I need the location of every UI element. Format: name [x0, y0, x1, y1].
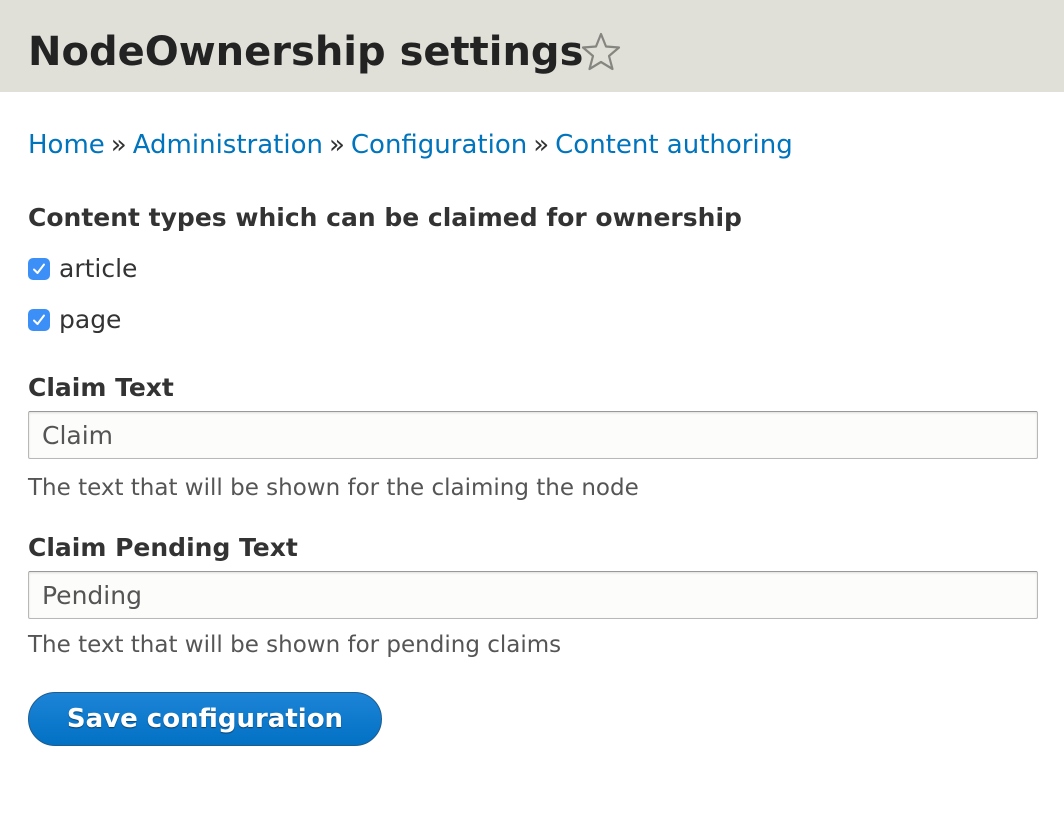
page-checkbox-label[interactable]: page	[59, 304, 121, 336]
breadcrumb-separator: »	[328, 130, 345, 160]
claim-pending-text-input[interactable]	[28, 571, 1038, 619]
claim-pending-text-label: Claim Pending Text	[28, 533, 298, 562]
breadcrumb-configuration-link[interactable]: Configuration	[351, 130, 527, 160]
breadcrumb-home-link[interactable]: Home	[28, 130, 105, 160]
breadcrumb: Home» Administration» Configuration» Conten…	[28, 128, 793, 162]
checkmark-icon	[33, 263, 45, 274]
checkbox-row-page: page	[28, 304, 121, 336]
content-types-label: Content types which can be claimed for o…	[28, 203, 742, 232]
claim-text-label: Claim Text	[28, 373, 174, 402]
breadcrumb-administration-link[interactable]: Administration	[133, 130, 323, 160]
breadcrumb-separator: »	[533, 130, 550, 160]
page-checkbox[interactable]	[28, 309, 50, 331]
page-header: NodeOwnership settings	[0, 0, 1064, 92]
save-configuration-button[interactable]: Save configuration	[28, 692, 382, 746]
page-title: NodeOwnership settings	[28, 29, 584, 75]
breadcrumb-content-authoring-link[interactable]: Content authoring	[555, 130, 793, 160]
checkmark-icon	[33, 314, 45, 325]
claim-text-description: The text that will be shown for the clai…	[28, 475, 639, 501]
claim-pending-text-description: The text that will be shown for pending …	[28, 632, 562, 658]
article-checkbox-label[interactable]: article	[59, 253, 137, 285]
claim-text-input[interactable]	[28, 411, 1038, 459]
article-checkbox[interactable]	[28, 258, 50, 280]
checkbox-row-article: article	[28, 253, 137, 285]
star-icon[interactable]	[580, 31, 622, 73]
breadcrumb-separator: »	[110, 130, 127, 160]
